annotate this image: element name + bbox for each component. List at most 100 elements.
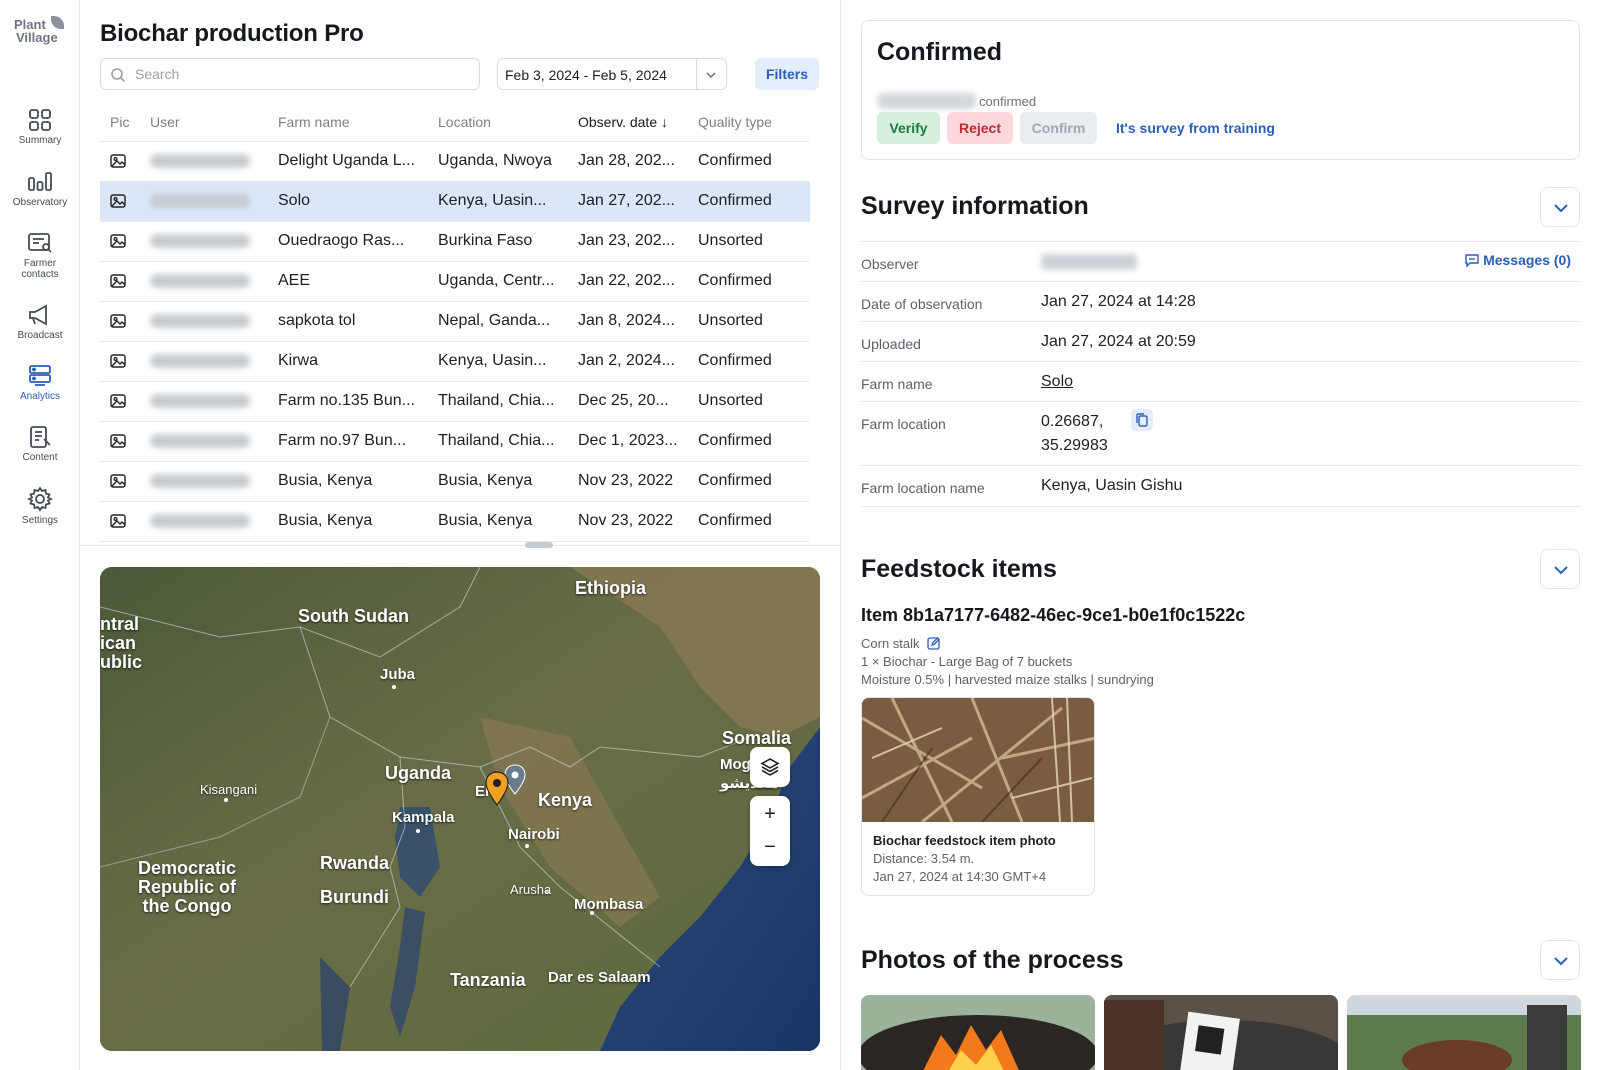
location-cell: Nepal, Ganda...: [428, 301, 568, 342]
zoom-in-button[interactable]: +: [750, 798, 790, 830]
status-subtitle: confirmed: [979, 94, 1037, 109]
info-row-date: Date of observation Jan 27, 2024 at 14:2…: [861, 281, 1580, 321]
farm-location-name-value: Kenya, Uasin Gishu: [1041, 477, 1183, 494]
farm-name-cell: Busia, Kenya: [268, 501, 428, 542]
user-redacted: [150, 313, 250, 328]
process-collapse-button[interactable]: [1540, 940, 1580, 980]
process-photo[interactable]: [1104, 995, 1338, 1070]
feedstock-type: Corn stalk: [861, 636, 920, 651]
table-row[interactable]: Farm no.97 Bun... Thailand, Chia... Dec 1,…: [100, 421, 810, 462]
quality-type-cell: Confirmed: [688, 141, 810, 182]
column-header-farm-name[interactable]: Farm name: [268, 103, 428, 142]
table-row[interactable]: Delight Uganda L... Uganda, Nwoya Jan 28, …: [100, 141, 810, 182]
sidebar: Plant Village Summary Observatory Farmer…: [0, 0, 80, 1070]
quality-type-cell: Confirmed: [688, 341, 810, 382]
user-redacted: [150, 233, 250, 248]
filters-button[interactable]: Filters: [755, 58, 819, 90]
sidebar-item-analytics[interactable]: Analytics: [0, 364, 80, 402]
messages-link[interactable]: Messages (0): [1464, 252, 1571, 268]
verify-button[interactable]: Verify: [877, 112, 940, 144]
pic-cell: [100, 341, 140, 382]
pic-cell: [100, 461, 140, 502]
chevron-down-icon[interactable]: [705, 69, 717, 81]
sidebar-item-label: Farmer contacts: [21, 258, 59, 280]
image-icon: [110, 154, 126, 168]
sidebar-item-label: Content: [22, 452, 58, 463]
location-cell: Kenya, Uasin...: [428, 181, 568, 222]
sidebar-item-farmer-contacts[interactable]: Farmer contacts: [0, 231, 80, 280]
date-range-picker[interactable]: Feb 3, 2024 - Feb 5, 2024: [497, 58, 727, 90]
feedstock-photo-card[interactable]: Biochar feedstock item photo Distance: 3…: [861, 697, 1095, 896]
info-row-farm-location-name: Farm location name Kenya, Uasin Gishu: [861, 465, 1580, 507]
edit-icon[interactable]: [927, 636, 941, 650]
photo-distance: Distance: 3.54 m.: [873, 851, 975, 866]
column-header-location[interactable]: Location: [428, 103, 568, 142]
copy-coordinates-button[interactable]: [1131, 409, 1153, 431]
sidebar-item-settings[interactable]: Settings: [0, 486, 80, 526]
search-field[interactable]: [100, 58, 480, 90]
training-survey-link[interactable]: It's survey from training: [1116, 112, 1275, 144]
column-header-user[interactable]: User: [140, 103, 268, 142]
sidebar-item-label: Broadcast: [17, 330, 63, 341]
quality-type-cell: Confirmed: [688, 181, 810, 222]
resize-handle[interactable]: [525, 542, 553, 548]
location-pin-selected-icon[interactable]: [484, 771, 510, 807]
layers-button[interactable]: [750, 747, 790, 787]
feedstock-collapse-button[interactable]: [1540, 549, 1580, 589]
user-cell: [140, 141, 268, 182]
farm-name-cell: Busia, Kenya: [268, 461, 428, 502]
column-header-pic: Pic: [100, 103, 140, 142]
table-row[interactable]: Ouedraogo Ras... Burkina Faso Jan 23, 202.…: [100, 221, 810, 262]
farm-name-cell: Farm no.135 Bun...: [268, 381, 428, 422]
map-label-car: ntral ican ublic: [100, 614, 143, 672]
plantvillage-logo[interactable]: Plant Village: [14, 14, 66, 48]
observ-date-cell: Nov 23, 2022: [568, 461, 688, 502]
farm-location-lng: 35.29983: [1041, 437, 1108, 454]
farm-name-link[interactable]: Solo: [1041, 373, 1073, 391]
map-label-rwanda: Rwanda: [320, 853, 390, 873]
process-photo[interactable]: [1347, 995, 1581, 1070]
survey-section-title: Survey information: [861, 192, 1089, 220]
map-label-burundi: Burundi: [320, 887, 389, 907]
image-icon: [110, 314, 126, 328]
gear-icon: [27, 486, 53, 512]
process-photo[interactable]: [861, 995, 1095, 1070]
grid-icon: [29, 109, 51, 131]
observ-date-cell: Nov 23, 2022: [568, 501, 688, 542]
table-row[interactable]: AEE Uganda, Centr... Jan 22, 202... Confirm…: [100, 261, 810, 302]
reject-button[interactable]: Reject: [947, 112, 1013, 144]
table-row[interactable]: sapkota tol Nepal, Ganda... Jan 8, 2024...…: [100, 301, 810, 342]
table-row[interactable]: Kirwa Kenya, Uasin... Jan 2, 2024... Confir…: [100, 341, 810, 382]
column-header-observ-date[interactable]: Observ. date ↓: [568, 103, 688, 142]
observation-list-pane: Biochar production Pro Feb 3, 2024 - Feb…: [80, 0, 923, 1070]
table-row[interactable]: Busia, Kenya Busia, Kenya Nov 23, 2022 Conf…: [100, 501, 810, 542]
info-row-uploaded: Uploaded Jan 27, 2024 at 20:59: [861, 321, 1580, 361]
location-cell: Busia, Kenya: [428, 501, 568, 542]
map-label-nairobi: Nairobi: [508, 826, 560, 843]
zoom-out-button[interactable]: −: [750, 831, 790, 863]
table-row[interactable]: Farm no.135 Bun... Thailand, Chia... Dec 2…: [100, 381, 810, 422]
layers-icon: [760, 758, 780, 776]
survey-collapse-button[interactable]: [1540, 187, 1580, 227]
quality-type-cell: Unsorted: [688, 381, 810, 422]
sidebar-item-content[interactable]: Content: [0, 425, 80, 463]
user-redacted: [150, 473, 250, 488]
sidebar-item-observatory[interactable]: Observatory: [0, 170, 80, 208]
sidebar-item-broadcast[interactable]: Broadcast: [0, 303, 80, 341]
user-redacted: [150, 273, 250, 288]
user-cell: [140, 381, 268, 422]
map-view[interactable]: Ethiopia South Sudan ntral ican ublic Ju…: [100, 567, 820, 1051]
sidebar-item-label: Summary: [18, 135, 62, 146]
search-input[interactable]: [135, 64, 465, 84]
sidebar-item-summary[interactable]: Summary: [0, 108, 80, 146]
table-row[interactable]: Busia, Kenya Busia, Kenya Nov 23, 2022 Conf…: [100, 461, 810, 502]
pic-cell: [100, 501, 140, 542]
table-row[interactable]: Solo Kenya, Uasin... Jan 27, 202... Confirm…: [100, 181, 810, 222]
user-cell: [140, 421, 268, 462]
confirm-button[interactable]: Confirm: [1020, 112, 1097, 144]
chevron-down-icon: [1554, 204, 1568, 213]
table-header-row: Pic User Farm name Location Observ. date…: [100, 103, 810, 142]
location-cell: Uganda, Centr...: [428, 261, 568, 302]
column-header-quality-type[interactable]: Quality type: [688, 103, 810, 142]
quality-type-cell: Confirmed: [688, 501, 810, 542]
